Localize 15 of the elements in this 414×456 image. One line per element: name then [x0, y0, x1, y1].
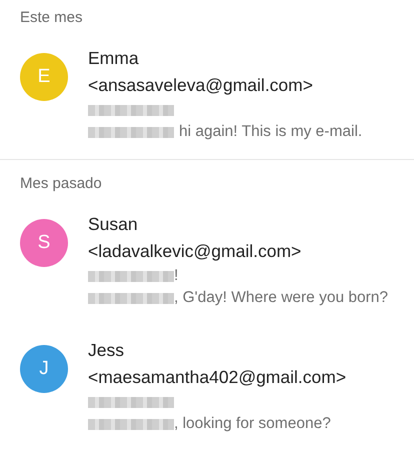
contact-name: Jess [88, 339, 125, 362]
contact-name: Emma [88, 47, 140, 70]
contact-email: <maesamantha402@gmail.com> [88, 366, 346, 389]
section-header: Este mes [19, 8, 84, 28]
message-preview: , looking for someone? [174, 415, 331, 433]
contact-email: <ansasaveleva@gmail.com> [88, 74, 314, 97]
avatar: S [20, 219, 68, 267]
message-preview: , G'day! Where were you born? [174, 289, 388, 307]
contact-name: Susan [88, 213, 139, 236]
avatar: E [20, 53, 68, 101]
subject-text: ! [174, 267, 178, 285]
contact-email: <ladavalkevic@gmail.com> [88, 240, 302, 263]
avatar: J [20, 345, 68, 393]
section-header: Mes pasado [19, 174, 103, 194]
message-preview: hi again! This is my e-mail. [179, 123, 362, 141]
